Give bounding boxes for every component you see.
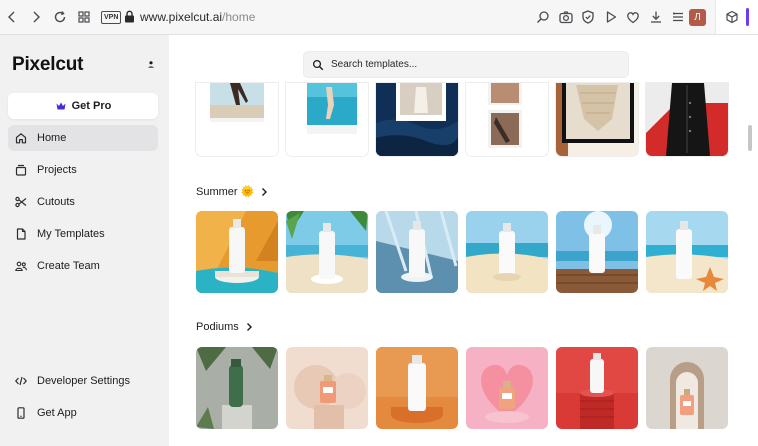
template-card[interactable] bbox=[556, 211, 638, 293]
nav-label: Cutouts bbox=[37, 196, 75, 208]
get-pro-button[interactable]: Get Pro bbox=[8, 93, 158, 119]
template-card[interactable] bbox=[286, 83, 368, 156]
search-icon bbox=[312, 59, 324, 70]
nav-item-create-team[interactable]: Create Team bbox=[8, 253, 158, 279]
team-icon bbox=[14, 259, 28, 273]
nav-label: Projects bbox=[37, 164, 77, 176]
template-card[interactable] bbox=[286, 347, 368, 429]
camera-icon[interactable] bbox=[558, 9, 574, 25]
address-bar[interactable]: www.pixelcut.ai/home bbox=[140, 10, 255, 25]
scrollbar-thumb[interactable] bbox=[748, 125, 752, 151]
file-icon bbox=[14, 227, 28, 241]
nav-item-home[interactable]: Home bbox=[8, 125, 158, 151]
section-title-podiums[interactable]: Podiums bbox=[196, 321, 254, 333]
browser-toolbar: VPN www.pixelcut.ai/home Л bbox=[0, 0, 758, 35]
nav-item-cutouts[interactable]: Cutouts bbox=[8, 189, 158, 215]
menu-list-icon[interactable] bbox=[670, 9, 686, 25]
search-bar[interactable]: Search templates... bbox=[303, 51, 629, 78]
search-page-icon[interactable] bbox=[535, 9, 551, 25]
sidebar-panel-toggle bbox=[715, 0, 758, 34]
nav-label: My Templates bbox=[37, 228, 105, 240]
template-card[interactable] bbox=[466, 347, 548, 429]
forward-icon[interactable] bbox=[28, 9, 44, 25]
grid-icon[interactable] bbox=[76, 9, 92, 25]
section-title-summer[interactable]: Summer 🌞 bbox=[196, 185, 269, 198]
app-logo[interactable]: Pixelcut bbox=[12, 54, 83, 76]
vpn-badge[interactable]: VPN bbox=[101, 11, 122, 24]
template-card[interactable] bbox=[286, 211, 368, 293]
lock-icon bbox=[125, 10, 134, 23]
section-label: Summer 🌞 bbox=[196, 186, 255, 198]
scissors-icon bbox=[14, 195, 28, 209]
profile-avatar[interactable]: Л bbox=[689, 9, 706, 26]
template-card[interactable] bbox=[376, 347, 458, 429]
template-card[interactable] bbox=[646, 347, 728, 429]
back-icon[interactable] bbox=[4, 9, 20, 25]
url-host: www.pixelcut.ai bbox=[140, 10, 223, 24]
reload-icon[interactable] bbox=[52, 9, 68, 25]
sidebar: Pixelcut Get Pro Home Projects Cutouts M… bbox=[0, 35, 169, 446]
shield-icon[interactable] bbox=[580, 9, 596, 25]
home-icon bbox=[14, 131, 28, 145]
section-label: Podiums bbox=[196, 321, 239, 333]
nav-label: Home bbox=[37, 132, 67, 144]
template-card[interactable] bbox=[556, 83, 638, 156]
get-pro-label: Get Pro bbox=[71, 100, 112, 112]
chevron-right-icon bbox=[262, 187, 268, 196]
chevron-right-icon bbox=[246, 323, 252, 331]
template-card[interactable] bbox=[646, 83, 728, 156]
projects-icon bbox=[14, 163, 28, 177]
heart-icon[interactable] bbox=[625, 9, 641, 25]
active-indicator bbox=[746, 8, 749, 26]
template-card[interactable] bbox=[466, 83, 548, 156]
code-icon bbox=[14, 374, 28, 388]
nav-label: Create Team bbox=[37, 260, 100, 272]
nav-label: Get App bbox=[37, 407, 77, 419]
template-card[interactable] bbox=[196, 211, 278, 293]
template-card[interactable] bbox=[556, 347, 638, 429]
search-input[interactable]: Search templates... bbox=[331, 59, 417, 70]
template-card[interactable] bbox=[376, 211, 458, 293]
template-card[interactable] bbox=[196, 83, 278, 156]
nav-item-get-app[interactable]: Get App bbox=[8, 400, 158, 426]
account-icon[interactable] bbox=[143, 57, 159, 73]
play-icon[interactable] bbox=[603, 9, 619, 25]
template-card[interactable] bbox=[196, 347, 278, 429]
nav-item-projects[interactable]: Projects bbox=[8, 157, 158, 183]
cube-icon[interactable] bbox=[724, 9, 740, 25]
template-card[interactable] bbox=[466, 211, 548, 293]
url-path: /home bbox=[222, 10, 256, 24]
nav-label: Developer Settings bbox=[37, 375, 130, 387]
download-icon[interactable] bbox=[648, 9, 664, 25]
template-card[interactable] bbox=[376, 83, 458, 156]
nav-item-developer-settings[interactable]: Developer Settings bbox=[8, 368, 158, 394]
main-content: Search templates... Summer 🌞 Podiums bbox=[169, 35, 758, 446]
phone-icon bbox=[14, 406, 28, 420]
nav-item-my-templates[interactable]: My Templates bbox=[8, 221, 158, 247]
crown-icon bbox=[56, 102, 66, 110]
template-card[interactable] bbox=[646, 211, 728, 293]
